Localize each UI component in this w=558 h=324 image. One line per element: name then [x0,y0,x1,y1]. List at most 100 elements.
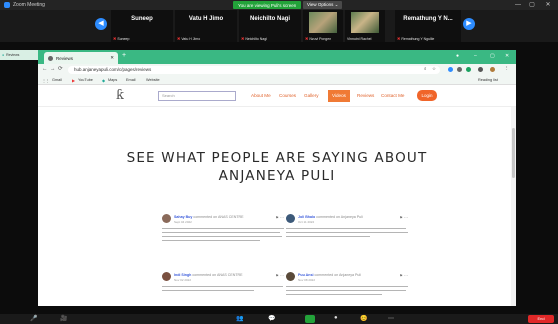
participants-icon[interactable]: 👥 [236,315,243,322]
menu-gallery[interactable]: Gallery [304,90,319,102]
participant-strip: ◀ Suneep ✖ Suneep Vatu H Jimo ✖ Vatu H Jim… [0,10,558,42]
browser-tab-bar: Reviews ✕ + ● – ▢ ✕ [38,50,516,64]
review-text-line [286,286,408,288]
bookmark-item[interactable]: Email [126,78,136,82]
account-icon[interactable]: ● [456,53,459,59]
site-logo[interactable]: ƙ [116,88,130,104]
review-date: Sept 04 2022 [174,220,192,224]
review-text-line [162,232,280,234]
browser-icon: ● [2,53,5,57]
extension-icon[interactable] [448,67,453,72]
avatar [286,214,295,223]
reload-icon[interactable]: ⟳ [58,66,63,72]
bookmark-item[interactable]: Gmail [52,78,62,82]
participant-name: Suneep [131,16,153,22]
maximize-icon[interactable]: ▢ [490,53,495,59]
participant-tile[interactable]: Vatu H Jimo ✖ Vatu H Jimo [175,10,237,42]
review-date: Nov 08 2022 [298,278,316,282]
site-search-input[interactable]: Search [158,91,236,101]
mute-icon[interactable]: 🎤 [30,315,37,322]
participant-label: Nzuvi Pongen [309,36,332,41]
minimize-icon[interactable]: – [474,53,477,59]
extension-icon[interactable] [457,67,462,72]
reviewer-name[interactable]: Indi Singh [174,273,191,277]
participant-tile[interactable]: ✖ Nzuvi Pongen [303,10,343,42]
participant-tile[interactable]: Remathung Y N... ✖ Remathung Y Ngullie [395,10,461,42]
reactions-icon[interactable]: 😊 [360,315,367,322]
close-icon[interactable]: ✕ [505,53,509,59]
login-button[interactable]: Login [417,90,437,101]
menu-videos[interactable]: Videos [328,90,350,102]
reviewer-name[interactable]: Sahay Buy [174,215,192,219]
back-icon[interactable]: ← [42,66,48,72]
extension-icon[interactable] [466,67,471,72]
review-card: Puu Ansi commented on Anjaneya Puli Nov … [286,272,410,306]
browser-tab[interactable]: Reviews ✕ [44,52,118,64]
review-card: Indi Singh commented on ANAS CENTRE Nov … [162,272,286,306]
forward-icon[interactable]: → [50,66,56,72]
more-icon[interactable]: ⋯ [388,315,394,322]
menu-about[interactable]: About Me [251,90,271,102]
view-options-button[interactable]: View Options ⌄ [303,1,343,9]
bookmark-item[interactable]: Website [146,78,160,82]
participant-label: Vinnutni Rachel [347,37,372,41]
review-text-line [286,228,406,230]
close-tab-icon[interactable]: ✕ [110,55,114,61]
url-input[interactable]: hub.anjaneyapuli.com/c/pages/reviews [68,66,440,74]
page-scrollbar-thumb[interactable] [512,128,515,178]
participant-tile[interactable]: Vinnutni Rachel [345,10,385,42]
chat-icon[interactable]: 💬 [268,315,275,322]
review-text-line [286,232,408,234]
review-actions-icon[interactable]: ⚑ ⋯ [399,273,408,278]
review-text-line [286,294,382,296]
reading-list-link[interactable]: Reading list [478,78,498,82]
reviewer-name[interactable]: Joli Bhalo [298,215,315,219]
review-card: Joli Bhalo commented on Anjaneya Puli Oc… [286,214,410,254]
close-window-button[interactable]: ✕ [542,0,554,10]
zoom-icon[interactable]: ⌕ [424,66,427,71]
participant-label: Vatu H Jimo [181,36,201,41]
record-icon[interactable]: ● [334,315,338,321]
participant-tile[interactable]: Suneep ✖ Suneep [111,10,173,42]
maps-icon: ◆ [102,79,105,83]
extensions-puzzle-icon[interactable] [478,67,483,72]
review-context: commented on ANAS CENTRE [192,273,243,277]
profile-avatar-icon[interactable] [490,67,495,72]
review-text-line [162,286,283,288]
zoom-logo-icon [4,2,10,8]
maximize-button[interactable]: ▢ [526,0,538,10]
next-participants-icon[interactable]: ▶ [463,18,475,30]
video-icon[interactable]: 🎥 [60,315,67,322]
tab-title: Reviews [56,55,74,61]
avatar [162,272,171,281]
bookmark-item[interactable]: Maps [108,78,117,82]
review-context: commented on ANAS CENTRE [193,215,244,219]
review-text-line [286,290,406,292]
share-screen-button[interactable] [305,315,315,323]
review-actions-icon[interactable]: ⚑ ⋯ [275,215,284,220]
review-actions-icon[interactable]: ⚑ ⋯ [275,273,284,278]
address-bar-row: ← → ⟳ hub.anjaneyapuli.com/c/pages/revie… [38,64,516,76]
prev-participants-icon[interactable]: ◀ [95,18,107,30]
reviewer-name[interactable]: Puu Ansi [298,273,313,277]
end-meeting-button[interactable]: End [528,315,554,323]
avatar [286,272,295,281]
review-actions-icon[interactable]: ⚑ ⋯ [399,215,408,220]
apps-icon[interactable]: ⋮⋮ [42,78,50,83]
star-icon[interactable]: ☆ [432,66,436,72]
background-browser-tab[interactable]: ● Reviews [0,50,40,60]
bookmark-item[interactable]: YouTube [78,78,93,82]
zoom-window: Zoom Meeting You are viewing Puli's scre… [0,0,558,324]
site-header: ƙ Search About Me Courses Gallery Videos… [38,85,516,107]
meeting-toolbar: 🎤 🎥 👥 💬 ● 😊 ⋯ End [0,314,558,324]
review-date: Nov 02 2022 [174,278,192,282]
mic-muted-icon: ✖ [305,36,309,41]
menu-dots-icon[interactable]: ⋮ [504,66,510,72]
review-date: Oct 11 2022 [298,220,315,224]
minimize-button[interactable]: — [512,0,524,10]
menu-reviews[interactable]: Reviews [357,90,374,102]
menu-courses[interactable]: Courses [279,90,296,102]
new-tab-icon[interactable]: + [122,52,126,59]
menu-contact[interactable]: Contact Me [381,90,405,102]
participant-tile[interactable]: Neichilto Nagi ✖ Neichilto Nagi [239,10,301,42]
